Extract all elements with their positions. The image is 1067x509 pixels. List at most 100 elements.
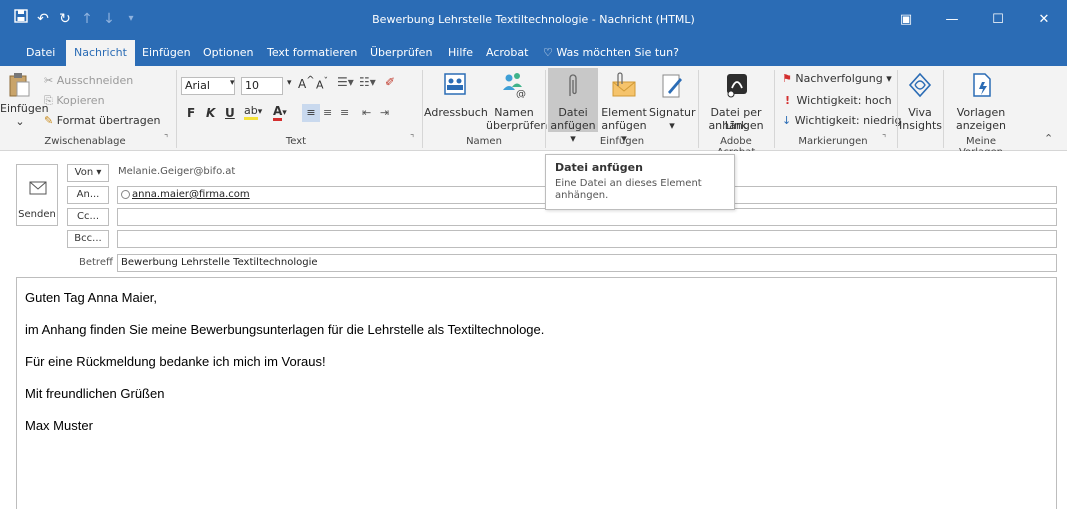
- people-icon: @: [503, 73, 526, 98]
- view-templates-button[interactable]: Vorlagen anzeigen: [945, 68, 1017, 132]
- address-book-button[interactable]: Adressbuch: [424, 70, 488, 132]
- attach-by-link-button[interactable]: Datei per Link anhängen: [700, 68, 772, 132]
- message-body[interactable]: Guten Tag Anna Maier, im Anhang finden S…: [16, 277, 1057, 509]
- align-left-icon[interactable]: ≡: [302, 104, 320, 122]
- exclamation-icon: !: [785, 94, 791, 107]
- flag-icon: ⚑: [782, 72, 792, 85]
- paperclip-icon: [569, 74, 577, 96]
- contact-status-icon: [121, 189, 130, 199]
- format-painter-button[interactable]: ✎ Format übertragen: [44, 114, 161, 127]
- svg-text:@: @: [516, 89, 526, 98]
- group-label-text: Text: [285, 136, 307, 147]
- send-button[interactable]: Senden: [16, 164, 58, 226]
- chevron-down-icon: ⌄: [15, 115, 25, 128]
- bold-button[interactable]: F: [187, 106, 195, 120]
- separator: [176, 70, 177, 148]
- separator: [897, 70, 898, 148]
- body-line: Für eine Rückmeldung bedanke ich mich im…: [25, 354, 326, 369]
- group-label-include: Einfügen: [599, 136, 645, 147]
- tab-help[interactable]: Hilfe: [440, 40, 481, 66]
- copy-button[interactable]: ⎘ Kopieren: [44, 94, 105, 108]
- separator: [943, 70, 944, 148]
- bcc-button[interactable]: Bcc...: [67, 230, 109, 248]
- font-name-combo[interactable]: Arial: [181, 77, 235, 95]
- highlight-button[interactable]: ab▾: [244, 104, 262, 120]
- font-name-dropdown-icon[interactable]: ▾: [230, 78, 235, 88]
- cc-button[interactable]: Cc...: [67, 208, 109, 226]
- tab-message[interactable]: Nachricht: [66, 40, 135, 68]
- collapse-ribbon-icon[interactable]: ⌃: [1044, 132, 1053, 145]
- viva-insights-icon: [908, 72, 932, 98]
- lightbulb-icon: ♡: [543, 46, 553, 59]
- group-label-clipboard: Zwischenablage: [44, 136, 126, 147]
- separator: [774, 70, 775, 148]
- follow-up-button[interactable]: ⚑ Nachverfolgung ▾: [782, 72, 892, 85]
- high-importance-button[interactable]: ! Wichtigkeit: hoch: [782, 94, 892, 107]
- bullets-icon[interactable]: ☰▾: [337, 75, 354, 89]
- clear-formatting-icon[interactable]: ✐: [385, 75, 395, 89]
- tab-insert[interactable]: Einfügen: [134, 40, 199, 66]
- minimize-icon[interactable]: —: [929, 0, 975, 40]
- font-color-button[interactable]: A▾: [273, 104, 287, 121]
- paste-button[interactable]: Einfügen ⌄: [0, 72, 49, 132]
- signature-button[interactable]: Signatur ▾: [649, 68, 696, 132]
- body-line: Max Muster: [25, 418, 93, 433]
- increase-indent-icon[interactable]: ⇥: [380, 106, 389, 119]
- attach-file-tooltip: Datei anfügen Eine Datei an dieses Eleme…: [545, 154, 735, 210]
- body-line: Mit freundlichen Grüßen: [25, 386, 165, 401]
- group-label-names: Namen: [466, 136, 502, 147]
- ribbon-display-options-icon[interactable]: ▣: [883, 0, 929, 40]
- align-right-icon[interactable]: ≡: [340, 106, 349, 119]
- ribbon-tabs: Datei Nachricht Einfügen Optionen Text f…: [0, 40, 1067, 68]
- highlighter-icon: ab: [244, 104, 258, 120]
- italic-button[interactable]: K: [206, 106, 215, 120]
- from-value: Melanie.Geiger@bifo.at: [118, 166, 236, 177]
- send-icon: [29, 181, 47, 195]
- low-importance-button[interactable]: ↓ Wichtigkeit: niedrig: [782, 114, 901, 127]
- subject-field[interactable]: Bewerbung Lehrstelle Textiltechnologie: [117, 254, 1057, 272]
- tab-tell-me[interactable]: ♡ Was möchten Sie tun?: [535, 40, 687, 66]
- dialog-launcher-icon[interactable]: ⌝: [164, 134, 168, 144]
- address-book-icon: [444, 73, 466, 95]
- attach-item-button[interactable]: Element anfügen ▾: [599, 68, 649, 145]
- viva-insights-button[interactable]: Viva Insights: [899, 68, 942, 132]
- dialog-launcher-icon[interactable]: ⌝: [410, 134, 414, 144]
- shrink-font-button[interactable]: Aˇ: [316, 76, 328, 92]
- separator: [698, 70, 699, 148]
- tab-file[interactable]: Datei: [18, 40, 63, 66]
- align-center-icon[interactable]: ≡: [323, 106, 332, 119]
- tab-format-text[interactable]: Text formatieren: [259, 40, 365, 66]
- font-size-combo[interactable]: 10: [241, 77, 283, 95]
- scissors-icon: ✂: [44, 74, 54, 87]
- signature-icon: [662, 74, 682, 98]
- separator: [422, 70, 423, 148]
- templates-icon: [973, 73, 991, 97]
- recipient-chip[interactable]: anna.maier@firma.com: [132, 189, 250, 200]
- clipboard-icon: [9, 73, 30, 97]
- window-controls: ▣ — ☐ ✕: [883, 0, 1067, 40]
- attach-file-button[interactable]: Datei anfügen ▾: [548, 68, 598, 145]
- to-button[interactable]: An...: [67, 186, 109, 204]
- close-icon[interactable]: ✕: [1021, 0, 1067, 40]
- tab-options[interactable]: Optionen: [195, 40, 261, 66]
- check-names-button[interactable]: @ Namen überprüfen: [486, 70, 547, 132]
- subject-label: Betreff: [79, 257, 113, 268]
- ribbon: Einfügen ⌄ ✂ Ausschneiden ⎘ Kopieren ✎ F…: [0, 66, 1067, 158]
- numbering-icon[interactable]: ☷▾: [359, 75, 376, 89]
- bcc-field[interactable]: [117, 230, 1057, 248]
- maximize-icon[interactable]: ☐: [975, 0, 1021, 40]
- dialog-launcher-icon[interactable]: ⌝: [882, 134, 886, 144]
- decrease-indent-icon[interactable]: ⇤: [362, 106, 371, 119]
- tab-review[interactable]: Überprüfen: [362, 40, 440, 66]
- acrobat-icon: [727, 74, 747, 98]
- grow-font-button[interactable]: A^: [298, 75, 315, 91]
- body-line: im Anhang finden Sie meine Bewerbungsunt…: [25, 322, 545, 337]
- down-arrow-icon: ↓: [782, 114, 792, 127]
- cut-button[interactable]: ✂ Ausschneiden: [44, 74, 133, 87]
- tooltip-body: Eine Datei an dieses Element anhängen.: [555, 178, 702, 201]
- from-button[interactable]: Von ▾: [67, 164, 109, 182]
- font-size-dropdown-icon[interactable]: ▾: [287, 78, 292, 88]
- cc-field[interactable]: [117, 208, 1057, 226]
- tab-acrobat[interactable]: Acrobat: [478, 40, 536, 66]
- underline-button[interactable]: U: [225, 106, 235, 120]
